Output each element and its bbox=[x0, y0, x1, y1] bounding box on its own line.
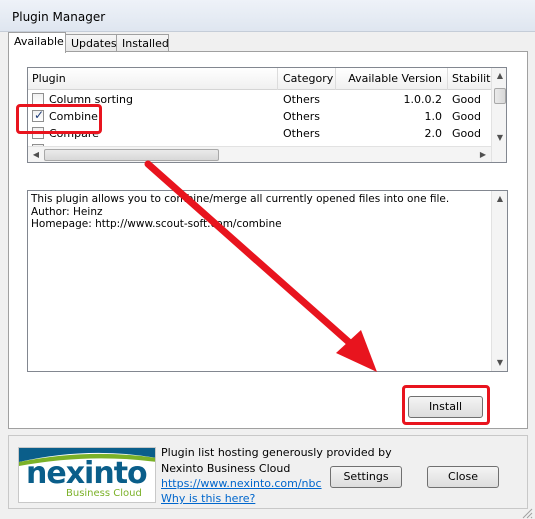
tab-available[interactable]: Available bbox=[8, 32, 66, 53]
footer-panel: nexinto Business Cloud Plugin list hosti… bbox=[8, 435, 528, 509]
logo-text: nexinto bbox=[26, 456, 148, 491]
close-button[interactable]: Close bbox=[427, 466, 499, 488]
settings-button[interactable]: Settings bbox=[330, 466, 402, 488]
nexinto-logo: nexinto Business Cloud bbox=[18, 447, 156, 503]
hosting-text: Plugin list hosting generously provided … bbox=[161, 446, 392, 459]
nexinto-link[interactable]: https://www.nexinto.com/nbc bbox=[161, 477, 322, 490]
resize-grip-icon[interactable] bbox=[521, 507, 533, 519]
logo-subtitle: Business Cloud bbox=[66, 488, 142, 499]
hosting-provider: Nexinto Business Cloud bbox=[161, 462, 291, 475]
why-here-link[interactable]: Why is this here? bbox=[161, 492, 255, 505]
plugin-manager-window: Plugin Manager Available Updates Install… bbox=[0, 0, 535, 519]
install-highlight-box bbox=[402, 385, 490, 425]
